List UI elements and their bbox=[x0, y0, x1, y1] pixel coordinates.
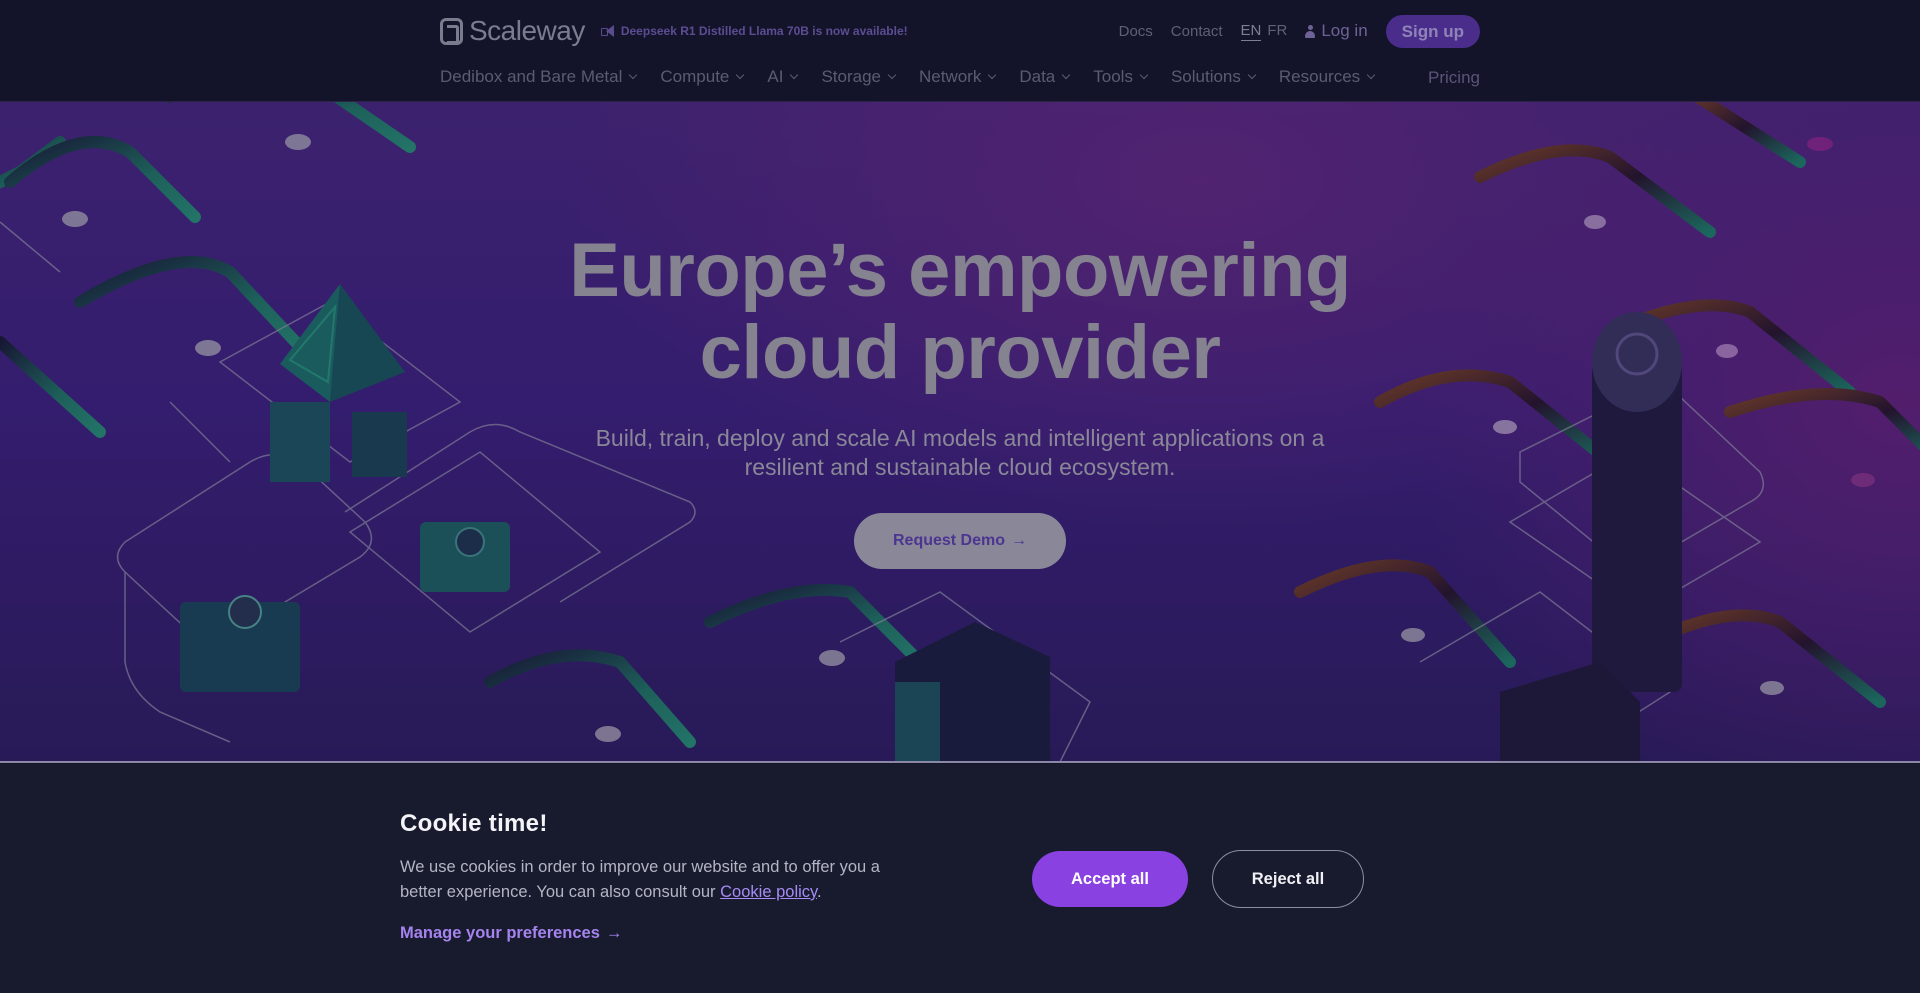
cookie-title: Cookie time! bbox=[400, 810, 548, 837]
nav-label: Compute bbox=[660, 67, 730, 86]
nav-item-data[interactable]: Data bbox=[1019, 67, 1071, 87]
login-link[interactable]: Log in bbox=[1305, 21, 1368, 41]
nav-item-ai[interactable]: AI bbox=[767, 67, 799, 87]
announcement-banner[interactable]: Deepseek R1 Distilled Llama 70B is now a… bbox=[600, 24, 908, 38]
nav-label: AI bbox=[767, 67, 784, 86]
accept-all-button[interactable]: Accept all bbox=[1032, 851, 1188, 907]
hero-subtitle: Build, train, deploy and scale AI models… bbox=[595, 425, 1325, 480]
nav-item-dedibox[interactable]: Dedibox and Bare Metal bbox=[440, 67, 638, 87]
contact-link[interactable]: Contact bbox=[1171, 23, 1223, 40]
site-header: Scaleway Deepseek R1 Distilled Llama 70B… bbox=[0, 0, 1920, 102]
chevron-down-icon bbox=[736, 70, 745, 80]
chevron-down-icon bbox=[887, 70, 897, 80]
cookie-banner: Cookie time! We use cookies in order to … bbox=[0, 764, 1920, 993]
reject-all-button[interactable]: Reject all bbox=[1212, 850, 1364, 908]
cookie-policy-link[interactable]: Cookie policy bbox=[720, 883, 817, 901]
scaleway-logo-icon bbox=[440, 17, 463, 45]
chevron-down-icon bbox=[1247, 70, 1257, 80]
nav-item-tools[interactable]: Tools bbox=[1093, 67, 1149, 87]
docs-link[interactable]: Docs bbox=[1119, 23, 1153, 40]
chevron-down-icon bbox=[629, 70, 638, 80]
nav-label: Network bbox=[918, 67, 982, 86]
nav-item-solutions[interactable]: Solutions bbox=[1170, 67, 1257, 87]
manage-preferences-label: Manage your preferences bbox=[400, 924, 600, 942]
nav-item-storage[interactable]: Storage bbox=[821, 67, 897, 87]
login-label: Log in bbox=[1321, 21, 1368, 40]
utility-nav: Docs Contact EN FR Log in Sign up bbox=[1119, 14, 1480, 48]
cookie-description: We use cookies in order to improve our w… bbox=[400, 855, 900, 905]
main-nav: Dedibox and Bare Metal Compute AI Storag… bbox=[440, 64, 1480, 90]
scaleway-logo[interactable]: Scaleway bbox=[440, 15, 585, 47]
nav-label: Dedibox and Bare Metal bbox=[440, 67, 623, 86]
hero-title-line-1: Europe’s empowering bbox=[569, 228, 1351, 313]
nav-item-pricing[interactable]: Pricing bbox=[1428, 68, 1480, 88]
nav-item-network[interactable]: Network bbox=[918, 67, 997, 87]
language-switcher: EN FR bbox=[1240, 22, 1287, 41]
user-icon bbox=[1305, 24, 1316, 38]
chevron-down-icon bbox=[1139, 70, 1149, 80]
nav-item-resources[interactable]: Resources bbox=[1278, 67, 1376, 87]
manage-preferences-link[interactable]: Manage your preferences → bbox=[400, 924, 622, 943]
arrow-right-icon: → bbox=[1011, 532, 1028, 549]
hero-title: Europe’s empowering cloud provider bbox=[0, 230, 1920, 394]
request-demo-button[interactable]: Request Demo → bbox=[854, 513, 1066, 569]
nav-label: Data bbox=[1019, 67, 1056, 86]
chevron-down-icon bbox=[1062, 70, 1071, 80]
language-en[interactable]: EN bbox=[1240, 22, 1262, 41]
request-demo-label: Request Demo bbox=[892, 532, 1006, 549]
megaphone-icon bbox=[600, 25, 615, 37]
language-fr[interactable]: FR bbox=[1267, 22, 1287, 41]
chevron-down-icon bbox=[988, 70, 997, 80]
chevron-down-icon bbox=[790, 70, 799, 80]
nav-label: Solutions bbox=[1170, 67, 1241, 86]
nav-label: Storage bbox=[821, 67, 881, 86]
hero-section: Europe’s empowering cloud provider Build… bbox=[0, 102, 1920, 763]
hero-title-line-2: cloud provider bbox=[699, 310, 1221, 395]
brand-name: Scaleway bbox=[469, 15, 585, 46]
nav-label: Tools bbox=[1093, 67, 1133, 86]
signup-button[interactable]: Sign up bbox=[1385, 14, 1480, 48]
arrow-right-icon: → bbox=[605, 924, 623, 942]
cookie-description-end: . bbox=[817, 883, 822, 901]
chevron-down-icon bbox=[1366, 70, 1376, 80]
announcement-text: Deepseek R1 Distilled Llama 70B is now a… bbox=[620, 24, 908, 38]
nav-item-compute[interactable]: Compute bbox=[660, 67, 745, 87]
top-bar: Scaleway Deepseek R1 Distilled Llama 70B… bbox=[440, 14, 1480, 48]
nav-label: Resources bbox=[1278, 67, 1361, 86]
